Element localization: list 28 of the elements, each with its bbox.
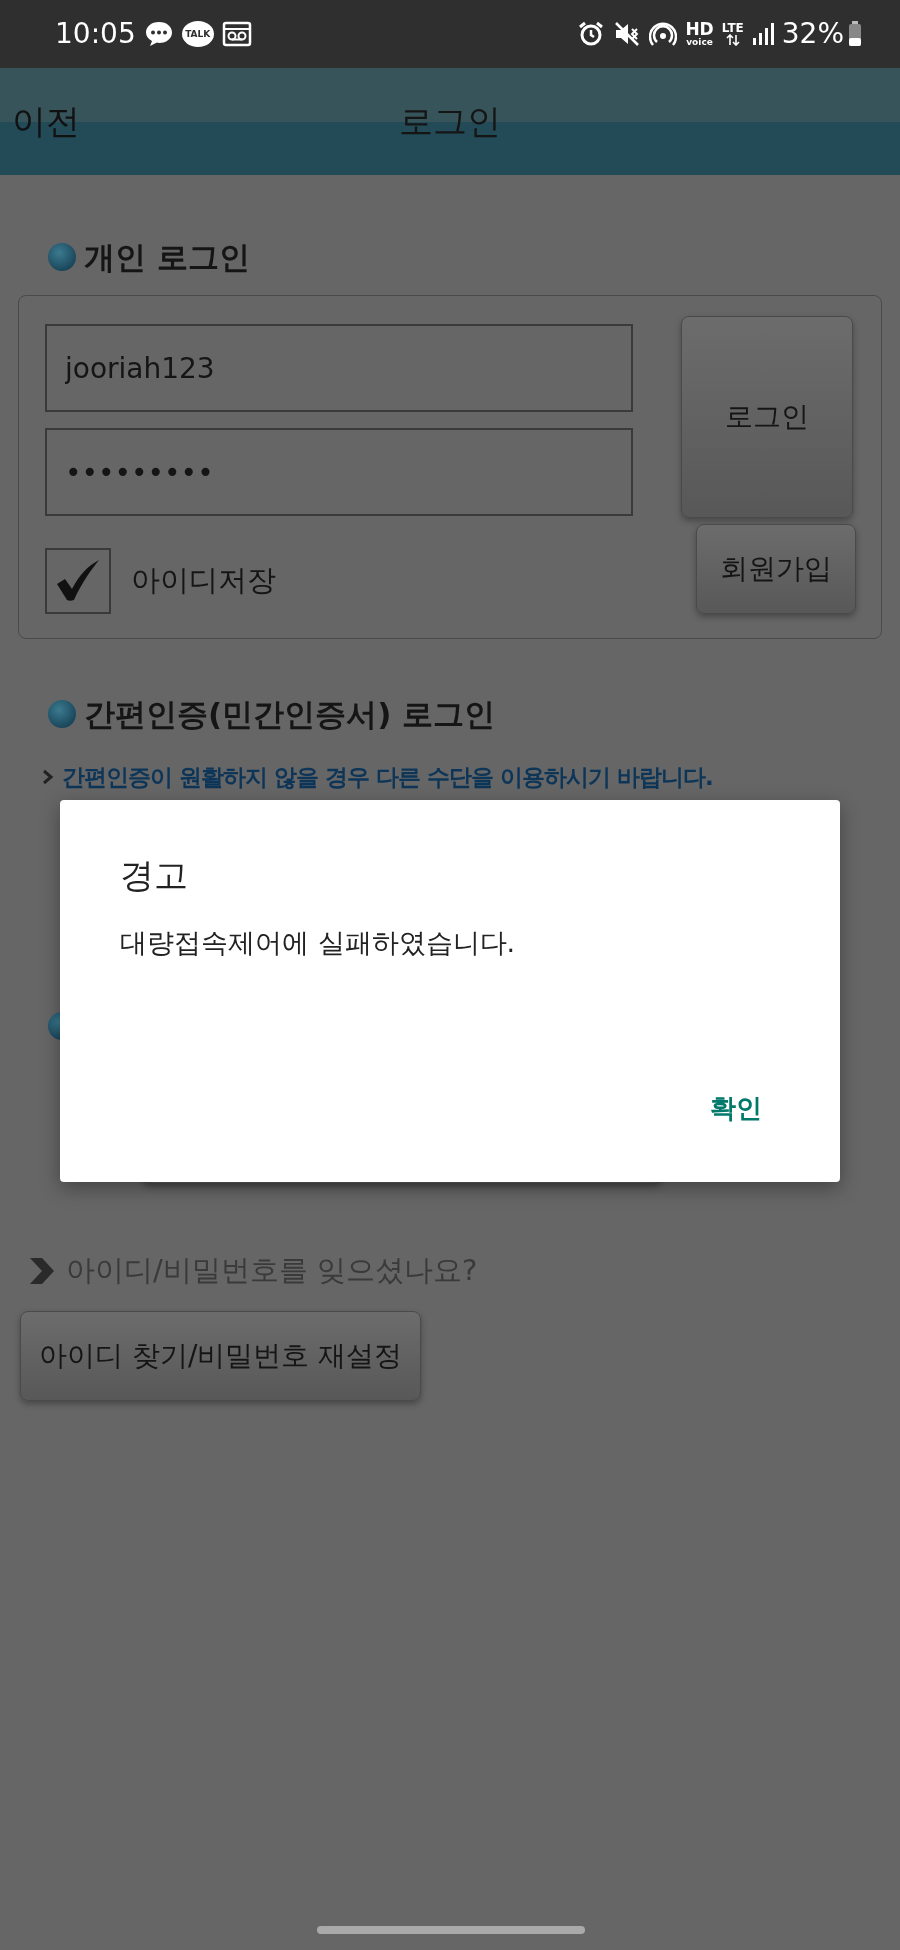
confirm-button[interactable]: 확인 — [702, 1085, 770, 1132]
find-account-button[interactable]: 아이디 찾기/비밀번호 재설정 — [20, 1310, 422, 1401]
login-button[interactable]: 로그인 — [681, 316, 853, 518]
password-input-field[interactable]: ••••••••• — [45, 428, 633, 516]
save-id-label: 아이디저장 — [131, 562, 276, 600]
talk-icon: TALK — [181, 21, 214, 47]
hd-voice-icon: HD voice — [685, 21, 714, 47]
dialog-title: 경고 — [120, 854, 189, 897]
section-heading: 개인 로그인 — [84, 237, 250, 277]
section-heading: 간편인증(민간인증서) 로그인 — [84, 695, 496, 734]
alarm-icon — [577, 20, 606, 48]
dialog-message: 대량접속제어에 실패하였습니다. — [120, 926, 517, 960]
chevron-icon — [42, 768, 54, 785]
id-input-field[interactable]: jooriah123 — [45, 324, 633, 412]
battery-percent: 32% — [781, 16, 844, 52]
sign-up-button[interactable]: 회원가입 — [696, 524, 856, 614]
bullet-icon — [48, 700, 76, 729]
notice-text: 간편인증이 원활하지 않을 경우 다른 수단을 이용하시기 바랍니다. — [62, 762, 713, 792]
hotspot-icon — [649, 20, 678, 48]
signal-icon — [751, 22, 774, 46]
voicemail-icon — [221, 21, 252, 47]
battery-icon — [848, 21, 862, 47]
clock-time: 10:05 — [55, 16, 136, 52]
back-link[interactable]: 이전 — [0, 96, 80, 147]
bullet-icon — [48, 243, 76, 271]
save-id-checkbox[interactable] — [45, 548, 111, 614]
chat-icon — [143, 20, 174, 48]
page-title: 로그인 — [399, 100, 501, 143]
